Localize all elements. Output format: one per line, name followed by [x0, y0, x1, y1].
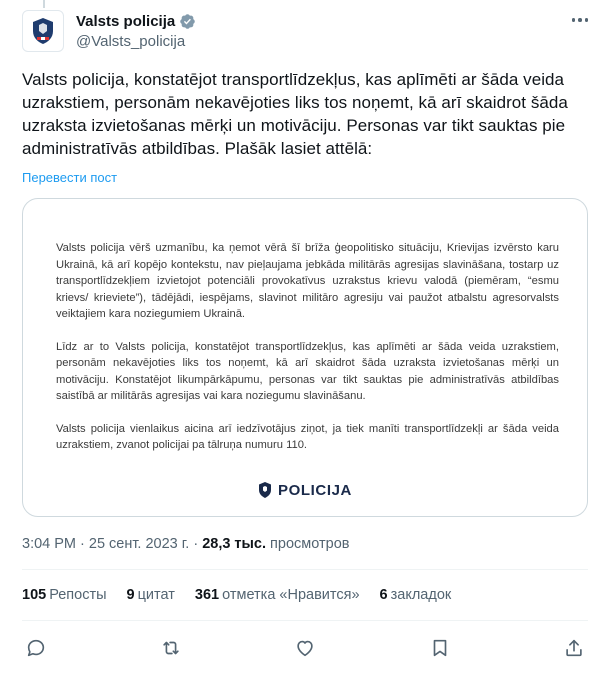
tweet-text: Valsts policija, konstatējot transportlī…: [22, 70, 568, 158]
image-text-block: Valsts policija vērš uzmanību, ka ņemot …: [56, 240, 559, 470]
tweet-time[interactable]: 3:04 PM: [22, 536, 76, 552]
tweet-date[interactable]: 25 сент. 2023 г.: [89, 536, 189, 552]
more-icon[interactable]: [568, 14, 593, 26]
policija-logo: POLICIJA: [23, 481, 587, 499]
meta-separator: ·: [189, 536, 203, 552]
account-names: Valsts policija @Valsts_policija: [76, 13, 196, 50]
bookmarks-count: 6: [379, 587, 388, 603]
image-paragraph: Līdz ar to Valsts policija, konstatējot …: [56, 340, 559, 403]
quotes-label: цитат: [137, 587, 175, 603]
views-label: просмотров: [270, 536, 350, 552]
likes-count: 361: [194, 587, 220, 603]
views-count: 28,3 тыс.: [202, 536, 267, 552]
quotes-count: 9: [126, 587, 135, 603]
action-bar: [22, 634, 588, 662]
reposts-count: 105: [22, 587, 47, 603]
bookmarks-stat[interactable]: 6 закладок: [380, 587, 452, 603]
tweet-header: Valsts policija @Valsts_policija: [22, 10, 592, 56]
avatar[interactable]: [22, 10, 64, 52]
divider: [22, 569, 588, 570]
likes-label: отметка «Нравится»: [222, 587, 360, 603]
attached-image[interactable]: Valsts policija vērš uzmanību, ka ņemot …: [22, 198, 588, 517]
reply-icon[interactable]: [22, 634, 50, 662]
image-paragraph: Valsts policija vērš uzmanību, ka ņemot …: [56, 242, 559, 320]
police-emblem-icon: [33, 18, 53, 44]
share-icon[interactable]: [560, 634, 588, 662]
police-emblem-icon: [259, 482, 271, 498]
bookmark-icon[interactable]: [426, 634, 454, 662]
thread-connector-line: [43, 0, 45, 8]
account-handle[interactable]: @Valsts_policija: [76, 33, 196, 50]
tweet-meta: 3:04 PM · 25 сент. 2023 г. · 28,3 тыс. п…: [22, 536, 349, 552]
meta-separator: ·: [76, 536, 89, 552]
verified-badge-icon[interactable]: [179, 13, 196, 30]
translate-post-link[interactable]: Перевести пост: [22, 170, 117, 185]
repost-icon[interactable]: [157, 634, 185, 662]
logo-text: POLICIJA: [278, 481, 352, 499]
reposts-label: Репосты: [49, 587, 107, 603]
quotes-stat[interactable]: 9 цитат: [127, 587, 175, 603]
tweet-stats: 105 Репосты 9 цитат 361 отметка «Нравится» …: [22, 587, 471, 603]
reposts-stat[interactable]: 105 Репосты: [22, 587, 107, 603]
likes-stat[interactable]: 361 отметка «Нравится»: [195, 587, 360, 603]
divider: [22, 620, 588, 621]
image-paragraph: Valsts policija vienlaikus aicina arī ie…: [56, 422, 559, 452]
heart-icon[interactable]: [291, 634, 319, 662]
bookmarks-label: закладок: [390, 587, 452, 603]
display-name[interactable]: Valsts policija: [76, 13, 175, 30]
